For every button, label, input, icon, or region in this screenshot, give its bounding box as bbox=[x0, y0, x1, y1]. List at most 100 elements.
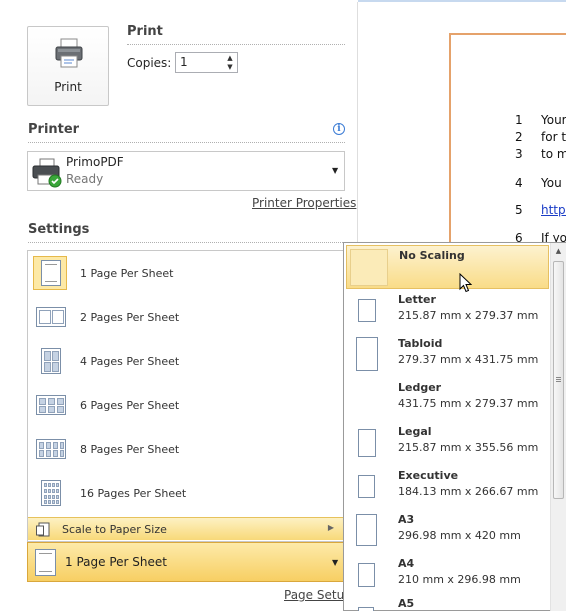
list-item-label: 6 Pages Per Sheet bbox=[80, 399, 180, 412]
menu-item-label: Tabloid bbox=[398, 337, 443, 350]
menu-item-executive[interactable]: Executive 184.13 mm x 266.67 mm bbox=[346, 465, 549, 509]
menu-item-a3[interactable]: A3 296.98 mm x 420 mm bbox=[346, 509, 549, 553]
list-item[interactable]: 16 Pages Per Sheet bbox=[28, 471, 344, 515]
menu-item-a5[interactable]: A5 bbox=[346, 597, 549, 611]
list-item-label: 16 Pages Per Sheet bbox=[80, 487, 187, 500]
sixteen-pages-icon bbox=[33, 476, 67, 510]
list-item-label: 2 Pages Per Sheet bbox=[80, 311, 180, 324]
list-item-label: 8 Pages Per Sheet bbox=[80, 443, 180, 456]
list-item[interactable]: 2 Pages Per Sheet bbox=[28, 295, 344, 339]
menu-item-dimensions: 296.98 mm x 420 mm bbox=[398, 529, 521, 542]
scale-page-icon bbox=[36, 522, 50, 537]
line-number: 3 bbox=[515, 147, 523, 161]
menu-item-label: Ledger bbox=[398, 381, 442, 394]
pages-per-sheet-list: 1 Page Per Sheet 2 Pages Per Sheet 4 Pag… bbox=[27, 250, 345, 542]
list-item[interactable]: 4 Pages Per Sheet bbox=[28, 339, 344, 383]
menu-item-label: No Scaling bbox=[399, 249, 465, 262]
a5-page-icon bbox=[358, 607, 374, 611]
paper-size-dropdown-menu: No Scaling Letter 215.87 mm x 279.37 mm … bbox=[343, 242, 566, 611]
mouse-cursor-icon bbox=[459, 273, 472, 293]
copies-label: Copies: bbox=[127, 56, 172, 70]
line-number: 4 bbox=[515, 176, 523, 190]
printer-name: PrimoPDF bbox=[66, 155, 124, 169]
chevron-down-icon[interactable]: ▼ bbox=[332, 166, 338, 175]
six-pages-icon bbox=[33, 388, 67, 422]
line-number: 2 bbox=[515, 130, 523, 144]
printer-dropdown[interactable]: PrimoPDF Ready ▼ bbox=[27, 151, 345, 191]
line-number: 5 bbox=[515, 203, 523, 217]
scroll-up-icon[interactable]: ▲ bbox=[551, 243, 566, 259]
preview-text: to my bbox=[541, 147, 566, 161]
a3-page-icon bbox=[356, 514, 377, 546]
pages-per-sheet-selected: 1 Page Per Sheet bbox=[65, 555, 167, 569]
menu-item-ledger[interactable]: Ledger 431.75 mm x 279.37 mm bbox=[346, 377, 549, 421]
scale-to-paper-size-label: Scale to Paper Size bbox=[62, 523, 167, 536]
printer-properties-link[interactable]: Printer Properties bbox=[252, 196, 356, 210]
tabloid-page-icon bbox=[356, 337, 378, 371]
one-page-icon bbox=[33, 256, 67, 290]
pdf-printer-icon bbox=[32, 158, 62, 188]
menu-item-a4[interactable]: A4 210 mm x 296.98 mm bbox=[346, 553, 549, 597]
list-item[interactable]: 1 Page Per Sheet bbox=[28, 251, 344, 295]
line-number: 1 bbox=[515, 113, 523, 127]
menu-item-label: Letter bbox=[398, 293, 436, 306]
settings-section-title: Settings bbox=[28, 222, 90, 237]
increment-arrow-icon[interactable]: ▲ bbox=[223, 54, 237, 63]
pages-per-sheet-dropdown[interactable]: 1 Page Per Sheet ▼ bbox=[27, 542, 345, 582]
menu-item-dimensions: 279.37 mm x 431.75 mm bbox=[398, 353, 539, 366]
list-item-label: 4 Pages Per Sheet bbox=[80, 355, 180, 368]
print-section-title: Print bbox=[127, 24, 163, 39]
menu-item-dimensions: 210 mm x 296.98 mm bbox=[398, 573, 521, 586]
decrement-arrow-icon[interactable]: ▼ bbox=[223, 63, 237, 72]
divider bbox=[28, 142, 345, 143]
divider bbox=[127, 44, 345, 45]
divider bbox=[28, 242, 345, 243]
four-pages-icon bbox=[33, 344, 67, 378]
menu-item-label: A4 bbox=[398, 557, 415, 570]
list-item[interactable]: 8 Pages Per Sheet bbox=[28, 427, 344, 471]
menu-item-dimensions: 215.87 mm x 355.56 mm bbox=[398, 441, 539, 454]
info-icon[interactable]: i bbox=[333, 123, 345, 135]
no-scaling-icon bbox=[350, 249, 388, 286]
eight-pages-icon bbox=[33, 432, 67, 466]
page-setup-link[interactable]: Page Setup bbox=[284, 588, 352, 602]
chevron-down-icon[interactable]: ▼ bbox=[332, 558, 338, 567]
preview-text: Your bbox=[541, 113, 566, 127]
menu-item-letter[interactable]: Letter 215.87 mm x 279.37 mm bbox=[346, 289, 549, 333]
printer-status: Ready bbox=[66, 172, 104, 186]
menu-item-label: Executive bbox=[398, 469, 459, 482]
menu-item-no-scaling[interactable]: No Scaling bbox=[346, 245, 549, 289]
menu-item-tabloid[interactable]: Tabloid 279.37 mm x 431.75 mm bbox=[346, 333, 549, 377]
preview-link: https bbox=[541, 203, 566, 217]
preview-text: for th bbox=[541, 130, 566, 144]
list-item[interactable]: 6 Pages Per Sheet bbox=[28, 383, 344, 427]
letter-page-icon bbox=[358, 299, 376, 322]
print-button[interactable]: Print bbox=[27, 26, 109, 106]
chevron-right-icon: ▶ bbox=[327, 523, 334, 532]
a4-page-icon bbox=[358, 563, 375, 587]
copies-stepper[interactable]: 1 ▲ ▼ bbox=[175, 52, 238, 73]
scrollbar-thumb[interactable] bbox=[553, 261, 564, 499]
menu-item-dimensions: 215.87 mm x 279.37 mm bbox=[398, 309, 539, 322]
menu-item-dimensions: 431.75 mm x 279.37 mm bbox=[398, 397, 539, 410]
two-pages-icon bbox=[33, 300, 67, 334]
copies-value[interactable]: 1 bbox=[180, 55, 188, 69]
grip-line bbox=[556, 377, 561, 378]
grip-line bbox=[556, 381, 561, 382]
menu-item-dimensions: 184.13 mm x 266.67 mm bbox=[398, 485, 539, 498]
scale-to-paper-size-menu[interactable]: Scale to Paper Size ▶ bbox=[28, 517, 344, 540]
menu-item-label: Legal bbox=[398, 425, 432, 438]
legal-page-icon bbox=[358, 429, 376, 457]
menu-item-legal[interactable]: Legal 215.87 mm x 355.56 mm bbox=[346, 421, 549, 465]
preview-text: You c bbox=[541, 176, 566, 190]
menu-item-label: A3 bbox=[398, 513, 415, 526]
one-page-icon bbox=[35, 549, 56, 576]
grip-line bbox=[556, 379, 561, 380]
print-settings-panel: Print Print Copies: 1 ▲ ▼ Printer i Prim… bbox=[0, 0, 358, 611]
printer-section-title: Printer bbox=[28, 122, 80, 137]
print-button-label: Print bbox=[54, 80, 82, 94]
menu-scrollbar[interactable]: ▲ bbox=[550, 243, 566, 611]
list-item-label: 1 Page Per Sheet bbox=[80, 267, 174, 280]
menu-item-label: A5 bbox=[398, 597, 415, 610]
executive-page-icon bbox=[358, 475, 375, 498]
